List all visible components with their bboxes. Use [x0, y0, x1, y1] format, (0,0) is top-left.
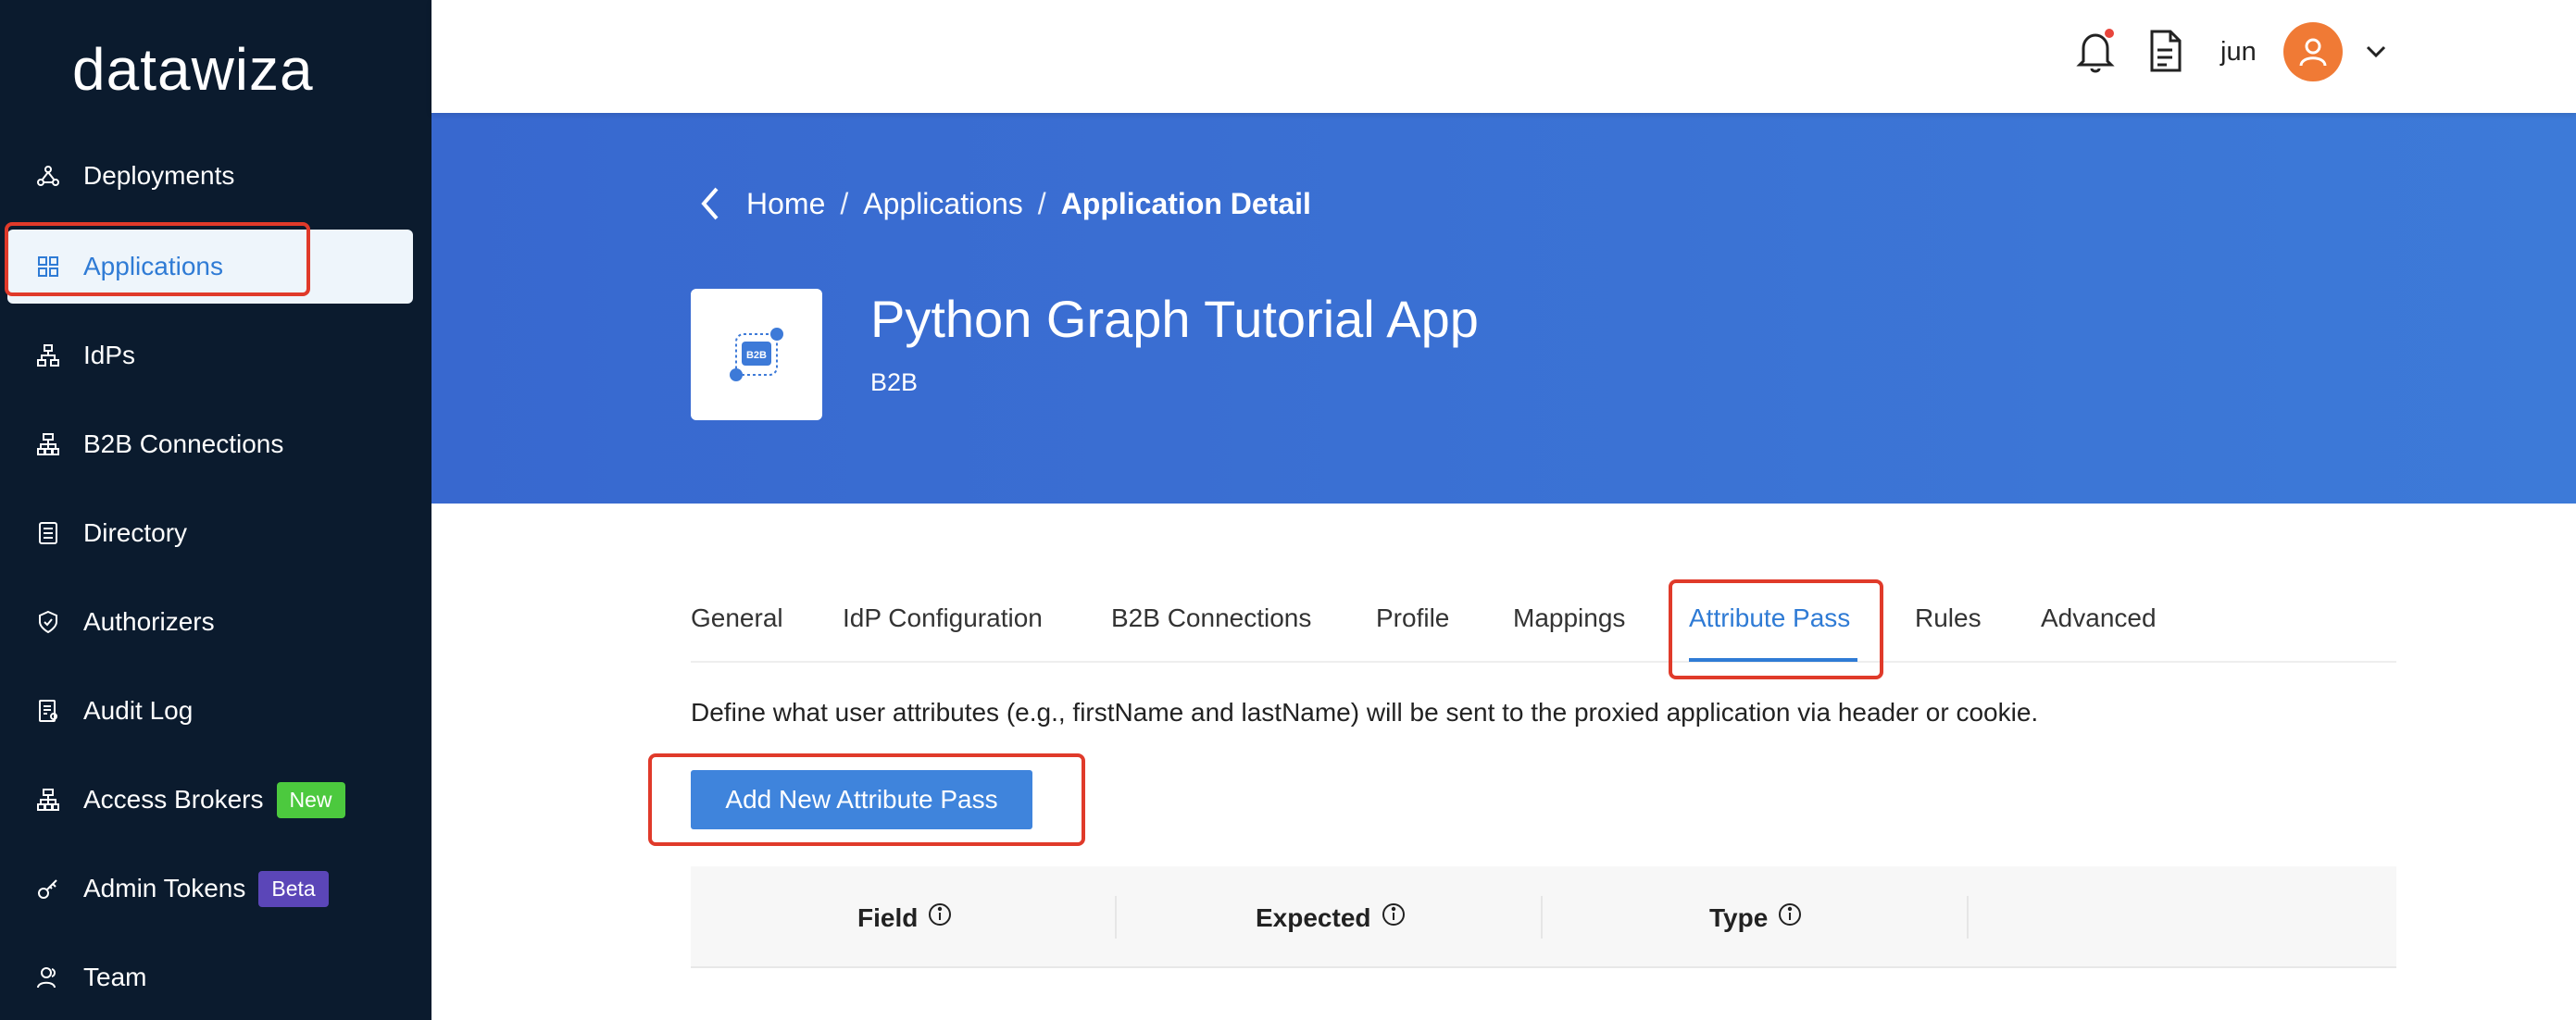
sidebar-item-admin-tokens[interactable]: Admin Tokens Beta — [7, 852, 413, 926]
sidebar-item-b2b-connections[interactable]: B2B Connections — [7, 407, 413, 481]
beta-badge: Beta — [258, 870, 329, 907]
tab-idp-configuration[interactable]: IdP Configuration — [843, 603, 1043, 633]
tab-advanced[interactable]: Advanced — [2041, 603, 2157, 633]
top-bar: jun — [431, 0, 2576, 113]
highlight-add-button — [648, 753, 1085, 846]
breadcrumb-home[interactable]: Home — [746, 187, 825, 221]
hierarchy-icon — [33, 429, 63, 459]
column-header-label: Type — [1709, 902, 1769, 932]
highlight-attribute-pass-tab — [1669, 579, 1883, 679]
sidebar-item-deployments[interactable]: Deployments — [7, 139, 413, 213]
sidebar-item-label: Team — [83, 963, 147, 991]
sidebar-item-access-brokers[interactable]: Access Brokers New — [7, 763, 413, 837]
token-icon — [33, 874, 63, 903]
sidebar-item-label: Authorizers — [83, 607, 215, 636]
hierarchy-icon — [33, 785, 63, 815]
column-divider — [1115, 896, 1117, 939]
user-name[interactable]: jun — [2220, 37, 2257, 68]
breadcrumb-separator: / — [1037, 187, 1046, 220]
info-icon[interactable] — [927, 902, 953, 934]
app-detail-tabs: General IdP Configuration B2B Connection… — [691, 581, 2396, 663]
audit-log-icon — [33, 696, 63, 726]
breadcrumb-current: Application Detail — [1060, 187, 1311, 220]
app-header-banner: Home / Applications / Application Detail… — [431, 113, 2576, 504]
page-title: Python Graph Tutorial App — [870, 290, 1479, 348]
sidebar-item-audit-log[interactable]: Audit Log — [7, 674, 413, 748]
attribute-pass-table-header: Field Expected Type — [691, 866, 2396, 968]
new-badge: New — [276, 781, 345, 818]
tab-rules[interactable]: Rules — [1915, 603, 1982, 633]
app-type: B2B — [870, 368, 919, 396]
sidebar-item-label: B2B Connections — [83, 429, 284, 458]
app-icon-label: B2B — [746, 350, 767, 361]
sidebar-item-label: Deployments — [83, 161, 235, 190]
column-header-label: Field — [857, 902, 919, 932]
directory-icon — [33, 518, 63, 548]
tab-general[interactable]: General — [691, 603, 783, 633]
tab-profile[interactable]: Profile — [1376, 603, 1449, 633]
breadcrumb: Home / Applications / Application Detail — [746, 187, 1311, 221]
breadcrumb-applications[interactable]: Applications — [863, 187, 1023, 221]
sidebar: datawiza Deployments Applications IdPs B… — [0, 0, 431, 1020]
tab-b2b-connections[interactable]: B2B Connections — [1111, 603, 1311, 633]
column-header-expected: Expected — [1256, 902, 1407, 934]
app-icon: B2B — [691, 289, 822, 420]
sidebar-item-label: Audit Log — [83, 696, 194, 725]
info-icon[interactable] — [1777, 902, 1803, 934]
team-icon — [33, 963, 63, 992]
column-divider — [1967, 896, 1969, 939]
info-icon[interactable] — [1381, 902, 1407, 934]
tab-mappings[interactable]: Mappings — [1513, 603, 1625, 633]
column-header-type: Type — [1709, 902, 1803, 934]
sidebar-item-label: IdPs — [83, 341, 136, 369]
highlight-applications — [5, 222, 310, 296]
sidebar-item-label: Access Brokers — [83, 785, 264, 814]
sidebar-item-label: Directory — [83, 518, 188, 547]
column-header-field: Field — [857, 902, 953, 934]
sidebar-item-label: Admin Tokens — [83, 874, 246, 902]
sidebar-item-authorizers[interactable]: Authorizers — [7, 585, 413, 659]
deployments-icon — [33, 161, 63, 191]
datawiza-logo[interactable]: datawiza — [72, 35, 314, 104]
chevron-down-icon[interactable] — [2363, 39, 2389, 69]
document-icon[interactable] — [2146, 28, 2183, 79]
shield-icon — [33, 607, 63, 637]
column-header-label: Expected — [1256, 902, 1371, 932]
attribute-pass-description: Define what user attributes (e.g., first… — [691, 698, 2039, 727]
column-divider — [1541, 896, 1543, 939]
network-icon — [33, 341, 63, 370]
avatar[interactable] — [2283, 22, 2343, 81]
sidebar-item-idps[interactable]: IdPs — [7, 318, 413, 392]
back-chevron-icon[interactable] — [696, 185, 724, 227]
sidebar-item-directory[interactable]: Directory — [7, 496, 413, 570]
bell-icon[interactable] — [2074, 28, 2119, 81]
sidebar-item-team[interactable]: Team — [7, 940, 413, 1014]
breadcrumb-separator: / — [840, 187, 849, 220]
